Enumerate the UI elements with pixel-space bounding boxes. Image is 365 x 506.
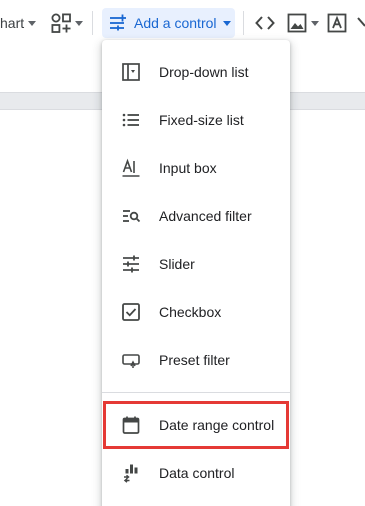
insert-image-button[interactable] bbox=[286, 8, 319, 38]
menu-item-label: Fixed-size list bbox=[159, 112, 244, 128]
menu-item-slider[interactable]: Slider bbox=[102, 240, 290, 288]
add-control-icon bbox=[108, 13, 128, 33]
menu-item-fixed-size-list[interactable]: Fixed-size list bbox=[102, 96, 290, 144]
advanced-filter-icon bbox=[120, 205, 142, 227]
menu-item-label: Checkbox bbox=[159, 304, 222, 320]
text-box-icon bbox=[326, 12, 348, 34]
menu-item-label: Drop-down list bbox=[159, 64, 249, 80]
menu-item-advanced-filter[interactable]: Advanced filter bbox=[102, 192, 290, 240]
page: hart Add a control Drop-down list Fixed-… bbox=[0, 0, 365, 506]
menu-item-input-box[interactable]: Input box bbox=[102, 144, 290, 192]
menu-item-label: Advanced filter bbox=[159, 208, 252, 224]
menu-item-label: Data control bbox=[159, 465, 235, 481]
chevron-down-icon bbox=[222, 20, 231, 26]
image-icon bbox=[286, 12, 308, 34]
embed-url-button[interactable] bbox=[254, 8, 276, 38]
menu-item-label: Input box bbox=[159, 160, 217, 176]
insert-text-button[interactable] bbox=[326, 8, 348, 38]
checkbox-icon bbox=[120, 301, 142, 323]
menu-divider bbox=[102, 392, 290, 393]
toolbar-divider bbox=[243, 11, 244, 35]
chevron-down-icon bbox=[311, 20, 319, 26]
menu-item-label: Preset filter bbox=[159, 352, 230, 368]
menu-item-drop-down-list[interactable]: Drop-down list bbox=[102, 48, 290, 96]
data-control-icon bbox=[120, 462, 142, 484]
chevron-down-icon bbox=[28, 20, 37, 26]
dropdown-list-icon bbox=[120, 61, 142, 83]
community-visualizations-button[interactable] bbox=[50, 8, 83, 38]
menu-item-label: Slider bbox=[159, 256, 195, 272]
add-chart-button[interactable]: hart bbox=[0, 11, 37, 35]
add-control-button[interactable]: Add a control bbox=[102, 8, 235, 38]
chevron-down-icon bbox=[75, 20, 83, 26]
menu-item-data-control[interactable]: Data control bbox=[102, 449, 290, 497]
menu-item-checkbox[interactable]: Checkbox bbox=[102, 288, 290, 336]
menu-item-preset-filter[interactable]: Preset filter bbox=[102, 336, 290, 384]
line-tool-button[interactable] bbox=[356, 8, 365, 38]
code-icon bbox=[254, 12, 276, 34]
add-chart-label: hart bbox=[0, 15, 25, 31]
toolbar-divider bbox=[92, 11, 93, 35]
preset-filter-icon bbox=[120, 349, 142, 371]
highlight-annotation bbox=[103, 401, 289, 449]
fixed-list-icon bbox=[120, 109, 142, 131]
slider-icon bbox=[120, 253, 142, 275]
components-icon bbox=[50, 12, 72, 34]
line-icon bbox=[356, 12, 365, 34]
add-control-label: Add a control bbox=[134, 15, 217, 31]
input-box-icon bbox=[120, 157, 142, 179]
